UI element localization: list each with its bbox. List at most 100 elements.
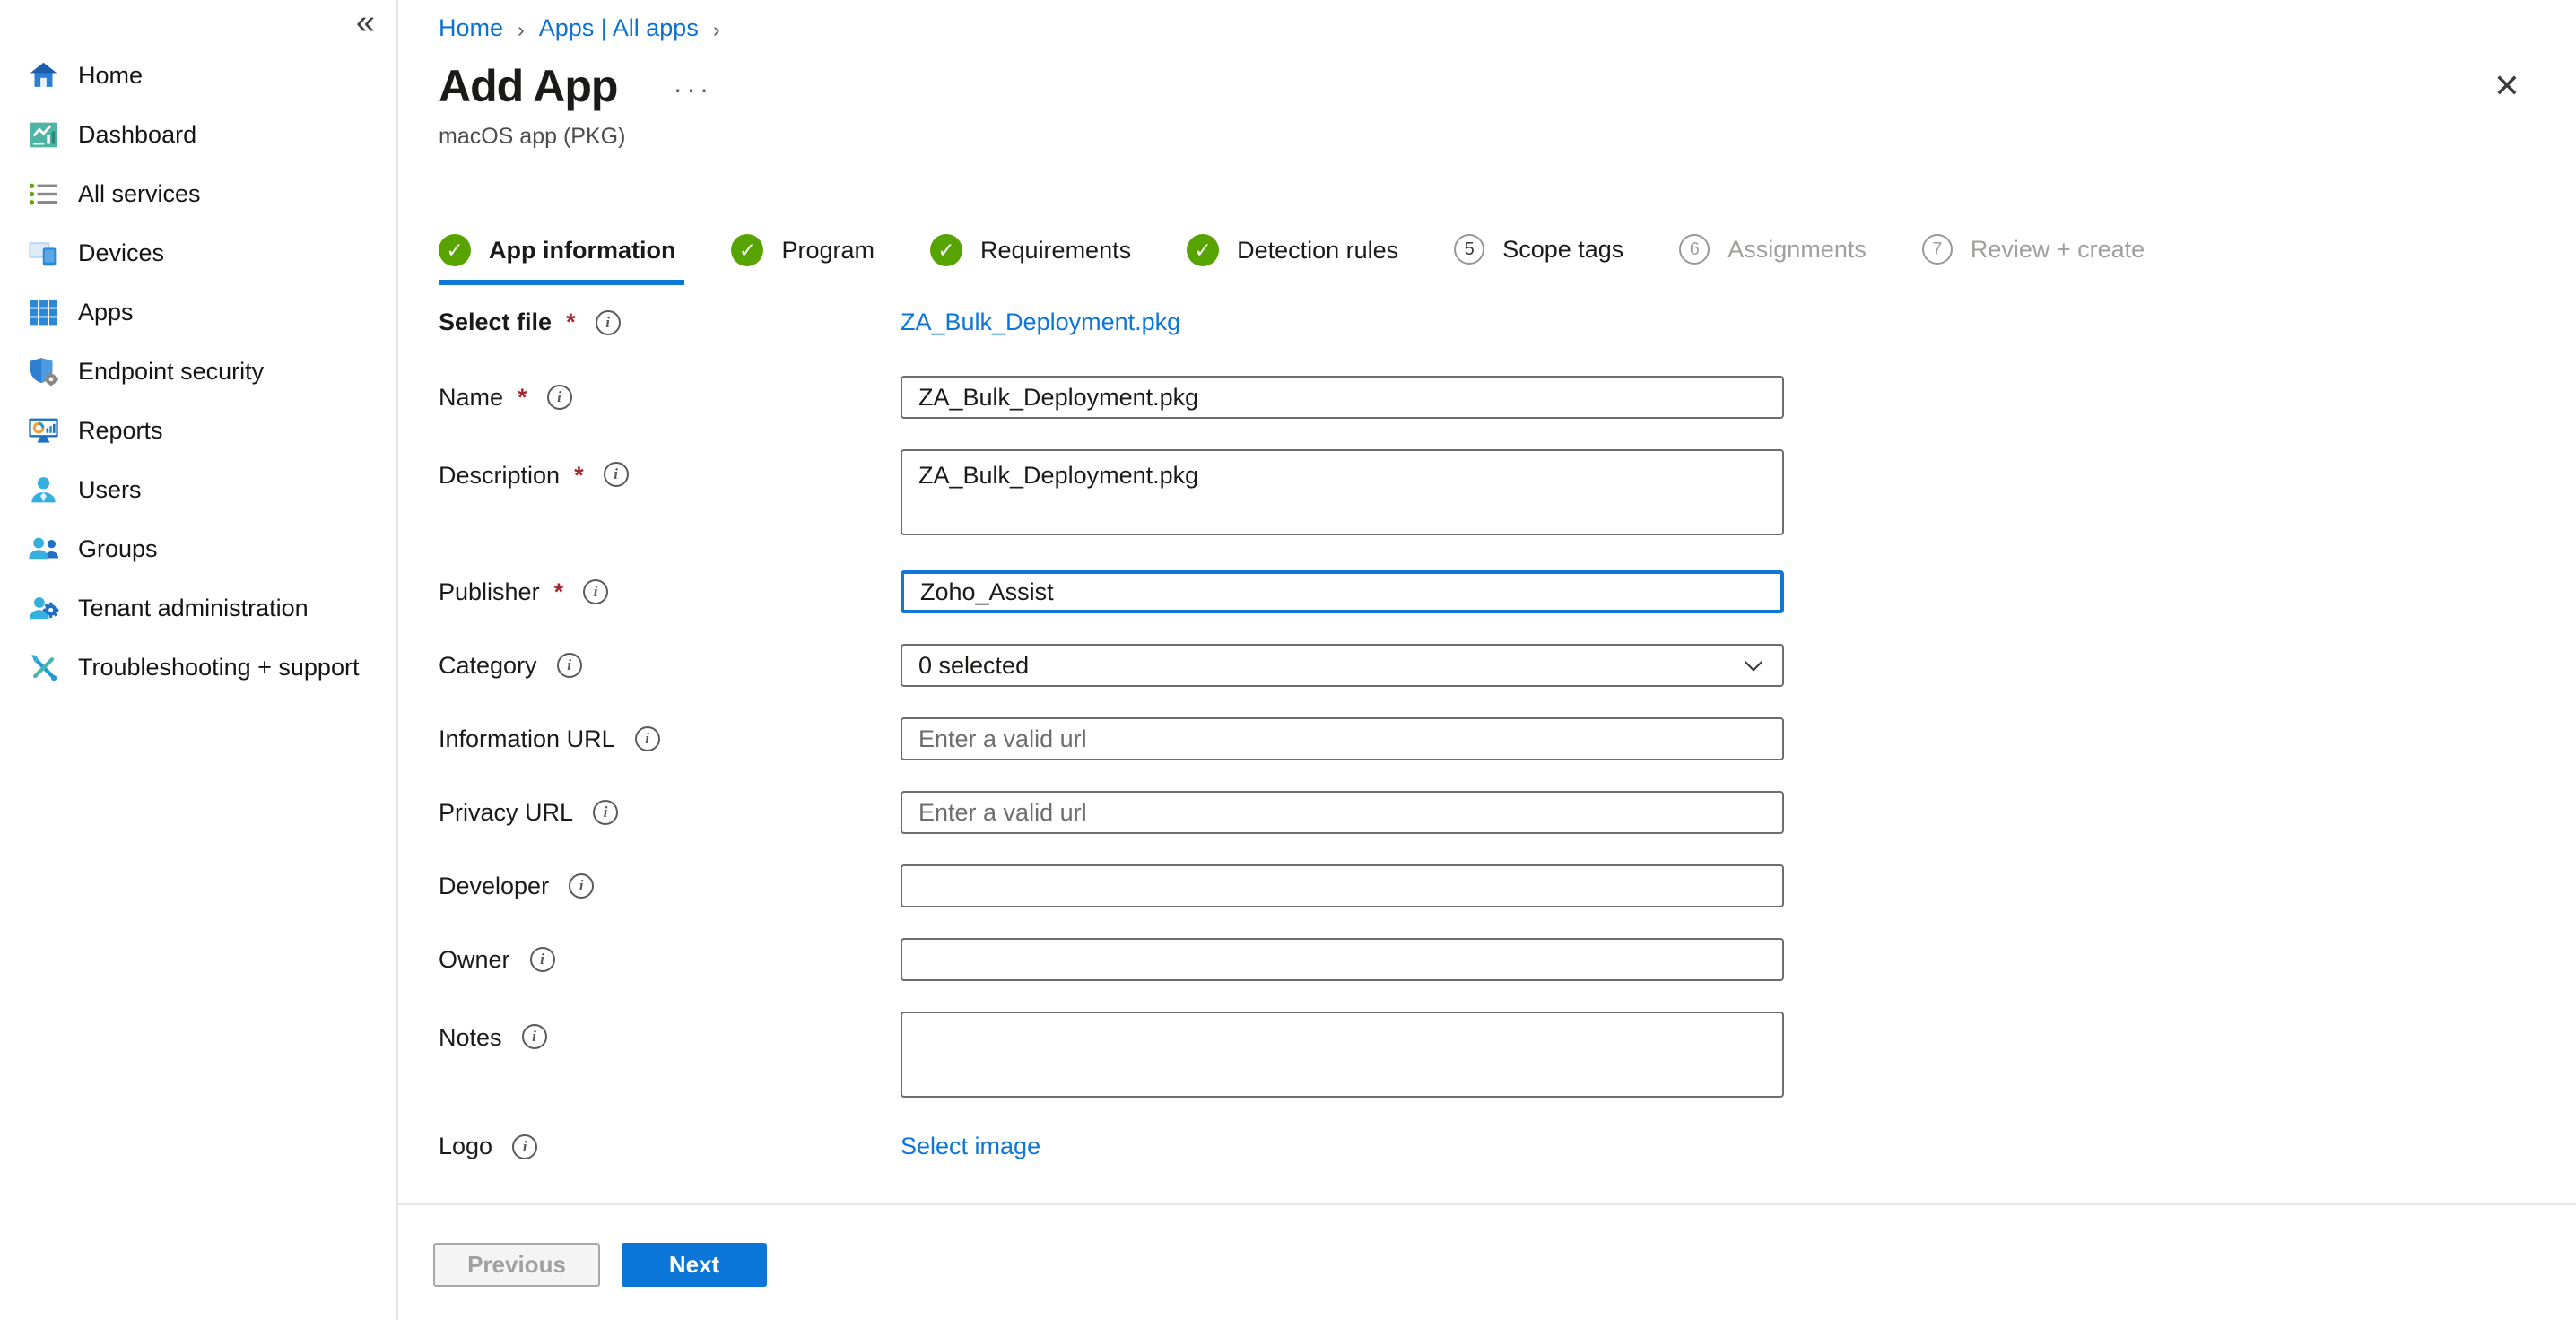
form-row-owner: Owner i (439, 938, 2576, 981)
groups-icon (27, 533, 60, 566)
sidebar-nav: Home Dashboard All services Devices (0, 46, 396, 697)
sidebar-item-label: Endpoint security (78, 358, 264, 386)
sidebar-item-troubleshooting[interactable]: Troubleshooting + support (0, 638, 396, 697)
form-row-notes: Notes i (439, 1012, 2576, 1102)
info-icon[interactable]: i (512, 1134, 537, 1159)
close-icon[interactable]: ✕ (2493, 70, 2520, 102)
description-textarea[interactable]: ZA_Bulk_Deployment.pkg (901, 449, 1784, 535)
tab-requirements[interactable]: ✓ Requirements (930, 234, 1140, 280)
name-label: Name* i (439, 384, 901, 412)
sidebar-item-label: Dashboard (78, 121, 196, 149)
sidebar-item-home[interactable]: Home (0, 46, 396, 105)
selected-file-link[interactable]: ZA_Bulk_Deployment.pkg (901, 308, 1180, 335)
tab-assignments[interactable]: 6 Assignments (1679, 234, 1875, 278)
category-selected-value: 0 selected (918, 652, 1029, 680)
select-image-link[interactable]: Select image (901, 1133, 1040, 1159)
sidebar-item-label: Home (78, 62, 143, 90)
tab-program[interactable]: ✓ Program (731, 234, 883, 280)
logo-label: Logo i (439, 1133, 901, 1160)
information-url-input[interactable] (901, 717, 1784, 760)
info-icon[interactable]: i (557, 653, 582, 678)
info-icon[interactable]: i (522, 1024, 547, 1049)
required-asterisk: * (572, 462, 584, 490)
form-row-category: Category i 0 selected (439, 644, 2576, 687)
page-subtitle: macOS app (PKG) (439, 124, 2576, 150)
devices-icon (27, 237, 60, 270)
tab-review-create[interactable]: 7 Review + create (1922, 234, 2154, 278)
label-text: Publisher (439, 578, 540, 606)
information-url-label: Information URL i (439, 725, 901, 753)
sidebar-item-groups[interactable]: Groups (0, 519, 396, 578)
owner-input[interactable] (901, 938, 1784, 981)
next-button[interactable]: Next (622, 1243, 767, 1287)
troubleshooting-icon (27, 651, 60, 684)
form-row-developer: Developer i (439, 864, 2576, 908)
label-text: Category (439, 652, 537, 680)
step-number-icon: 6 (1679, 234, 1710, 265)
info-icon[interactable]: i (583, 579, 608, 604)
required-asterisk: * (564, 308, 576, 336)
footer-buttons: Previous Next (433, 1243, 2576, 1287)
category-dropdown[interactable]: 0 selected (901, 644, 1784, 687)
sidebar-item-users[interactable]: Users (0, 460, 396, 519)
label-text: Information URL (439, 725, 615, 753)
sidebar-item-label: All services (78, 180, 201, 208)
sidebar-item-reports[interactable]: Reports (0, 401, 396, 460)
name-input[interactable] (901, 376, 1784, 419)
sidebar-item-apps[interactable]: Apps (0, 282, 396, 342)
form-row-logo: Logo i Select image (439, 1133, 2576, 1160)
category-label: Category i (439, 652, 901, 680)
tab-label: Review + create (1971, 236, 2145, 264)
more-actions-icon[interactable]: ··· (673, 69, 712, 103)
sidebar-item-label: Users (78, 476, 142, 504)
required-asterisk: * (516, 384, 527, 412)
info-icon[interactable]: i (569, 873, 594, 899)
privacy-url-input[interactable] (901, 791, 1784, 834)
wizard-steps: ✓ App information ✓ Program ✓ Requiremen… (439, 234, 2576, 285)
tenant-administration-icon (27, 592, 60, 625)
description-label: Description * i (439, 449, 901, 540)
tab-label: Assignments (1727, 236, 1867, 264)
sidebar-item-label: Tenant administration (78, 595, 309, 622)
publisher-input[interactable] (901, 570, 1784, 613)
sidebar-collapse-icon[interactable]: « (356, 5, 375, 39)
info-icon[interactable]: i (604, 462, 629, 487)
tab-app-information[interactable]: ✓ App information (439, 234, 684, 285)
developer-input[interactable] (901, 864, 1784, 908)
required-asterisk: * (553, 578, 564, 606)
sidebar-item-devices[interactable]: Devices (0, 223, 396, 282)
tab-scope-tags[interactable]: 5 Scope tags (1454, 234, 1632, 278)
completed-check-icon: ✓ (439, 234, 471, 266)
label-text: Developer (439, 873, 549, 900)
label-text: Description (439, 462, 560, 490)
owner-label: Owner i (439, 946, 901, 974)
info-icon[interactable]: i (530, 947, 555, 972)
privacy-url-label: Privacy URL i (439, 799, 901, 827)
breadcrumb-all-apps-link[interactable]: Apps | All apps (539, 14, 699, 42)
tab-label: Detection rules (1237, 237, 1398, 265)
label-text: Privacy URL (439, 799, 573, 827)
step-number-icon: 5 (1454, 234, 1484, 265)
info-icon[interactable]: i (596, 310, 621, 335)
info-icon[interactable]: i (547, 385, 572, 410)
sidebar-item-label: Groups (78, 535, 158, 563)
apps-icon (27, 296, 60, 329)
notes-textarea[interactable] (901, 1012, 1784, 1098)
completed-check-icon: ✓ (930, 234, 962, 266)
chevron-down-icon (1741, 653, 1766, 678)
developer-label: Developer i (439, 873, 901, 900)
tab-detection-rules[interactable]: ✓ Detection rules (1187, 234, 1407, 280)
sidebar-item-endpoint-security[interactable]: Endpoint security (0, 342, 396, 401)
tab-label: Scope tags (1502, 236, 1623, 264)
info-icon[interactable]: i (635, 726, 660, 751)
sidebar-item-all-services[interactable]: All services (0, 164, 396, 223)
label-text: Logo (439, 1133, 492, 1160)
users-icon (27, 473, 60, 507)
previous-button[interactable]: Previous (433, 1243, 600, 1287)
completed-check-icon: ✓ (1187, 234, 1219, 266)
sidebar-item-tenant-administration[interactable]: Tenant administration (0, 578, 396, 638)
main-content: Home › Apps | All apps › Add App ··· ✕ m… (398, 0, 2576, 1320)
sidebar-item-dashboard[interactable]: Dashboard (0, 105, 396, 164)
info-icon[interactable]: i (593, 800, 618, 825)
breadcrumb-home-link[interactable]: Home (439, 14, 503, 42)
